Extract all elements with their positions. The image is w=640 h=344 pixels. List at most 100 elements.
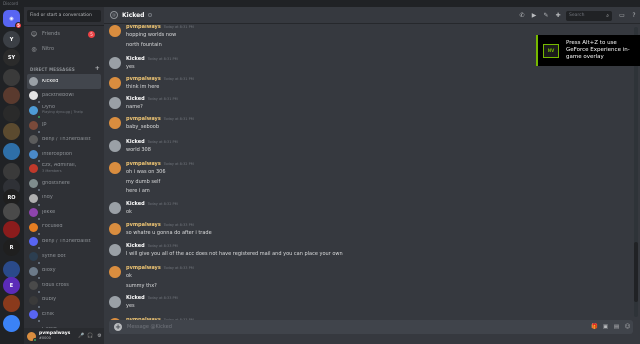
dm-item[interactable]: sythe bot [27, 249, 101, 265]
find-conversation-input[interactable]: Find or start a conversation [27, 10, 101, 22]
message-author[interactable]: pvmpalways [126, 76, 161, 82]
gift-icon[interactable]: 🎁 [589, 324, 600, 330]
dm-item[interactable]: Bubly [27, 293, 101, 309]
message-author[interactable]: pvmpalways [126, 116, 161, 122]
avatar[interactable] [109, 57, 121, 69]
avatar [29, 281, 41, 295]
add-friend-icon[interactable]: ✚ [552, 12, 564, 19]
server-icon[interactable] [3, 87, 20, 104]
avatar[interactable] [109, 296, 121, 308]
server-icon[interactable] [3, 221, 20, 238]
server-icon[interactable] [3, 105, 20, 122]
message-timestamp: Today at 8:31 PM [163, 77, 194, 81]
avatar[interactable] [109, 162, 121, 174]
avatar[interactable] [109, 77, 121, 89]
server-icon[interactable] [3, 143, 20, 160]
chat-search-input[interactable]: Search ⌕ [566, 10, 612, 21]
server-icon[interactable] [3, 203, 20, 220]
create-dm-icon[interactable]: + [95, 66, 100, 72]
server-icon[interactable] [3, 315, 20, 332]
message-input[interactable]: Message @Kicked [127, 324, 589, 330]
message-author[interactable]: Kicked [126, 201, 145, 207]
server-icon[interactable]: E [3, 277, 20, 294]
message-text: so whatre u gonna do after i trade [126, 230, 212, 236]
inbox-icon[interactable]: ▭ [616, 12, 628, 19]
avatar[interactable] [109, 140, 121, 152]
server-glyph: SY [7, 54, 16, 61]
server-icon[interactable]: Y [3, 31, 20, 48]
server-icon[interactable]: SY [3, 49, 20, 66]
dm-item[interactable]: Focused [27, 220, 101, 236]
server-icon[interactable]: R [3, 239, 20, 256]
settings-gear-icon[interactable]: ⚙ [95, 333, 104, 339]
message-timestamp: Today at 8:32 PM [163, 162, 194, 166]
dm-item[interactable]: jp [27, 118, 101, 134]
server-icon[interactable] [3, 69, 20, 86]
dm-item[interactable]: ghostshere [27, 176, 101, 192]
dm-list: Kicked packthebowl Dyno Playing dyno.gg | ?… [27, 74, 101, 332]
dm-item[interactable]: packthebowl [27, 89, 101, 105]
gif-icon[interactable]: ▣ [600, 324, 611, 330]
message-timestamp: Today at 8:31 PM [163, 117, 194, 121]
message-author[interactable]: Kicked [126, 56, 145, 62]
nvidia-logo-icon: NV [543, 43, 559, 58]
message-author[interactable]: pvmpalways [126, 161, 161, 167]
message-header: Kicked Today at 8:33 PM [126, 243, 178, 249]
dm-subtitle: Playing dyno.gg | ?help [42, 110, 83, 115]
dm-item[interactable]: Bloxy [27, 264, 101, 280]
headset-icon[interactable]: 🎧 [86, 333, 95, 339]
scrollbar[interactable] [634, 27, 638, 317]
video-icon[interactable]: ▶ [528, 12, 540, 19]
message-author[interactable]: pvmpalways [126, 265, 161, 271]
avatar[interactable] [109, 25, 121, 37]
message-author[interactable]: Kicked [126, 243, 145, 249]
avatar [29, 295, 41, 309]
dm-name: ghostshere [42, 180, 70, 186]
message-author[interactable]: pvmpalways [126, 222, 161, 228]
message-text: hopping worlds now [126, 32, 177, 38]
dm-item[interactable]: Benji / Th3herbalist [27, 235, 101, 251]
dm-item[interactable]: Indy [27, 191, 101, 207]
scrollbar-thumb[interactable] [634, 242, 638, 302]
sticker-icon[interactable]: ▤ [611, 324, 622, 330]
emoji-icon[interactable]: ☺ [622, 324, 633, 330]
dm-item[interactable]: Benji / Th3herbalist [27, 132, 101, 149]
message-author[interactable]: Kicked [126, 295, 145, 301]
dm-item[interactable]: Ezx, Admirall, 3 Members [27, 162, 101, 177]
dm-item[interactable]: Kicked [27, 74, 101, 89]
avatar[interactable] [109, 244, 121, 256]
avatar[interactable] [109, 117, 121, 129]
pin-icon[interactable]: ✎ [540, 12, 552, 19]
help-icon[interactable]: ? [628, 12, 640, 19]
mic-icon[interactable]: 🎤 [77, 333, 86, 339]
dm-name: packthebowl [42, 93, 74, 99]
avatar[interactable] [27, 331, 37, 342]
message-author[interactable]: pvmpalways [126, 25, 161, 30]
dm-item[interactable]: interception [27, 147, 101, 163]
server-icon[interactable] [3, 261, 20, 278]
call-icon[interactable]: ✆ [516, 12, 528, 19]
dm-item[interactable]: Jekke [27, 205, 101, 222]
dm-header-label: DIRECT MESSAGES [30, 67, 75, 72]
nav-nitro[interactable]: ◎ Nitro [27, 43, 101, 55]
message-author[interactable]: Kicked [126, 96, 145, 102]
server-icon[interactable]: ◉ 5 [3, 10, 22, 29]
dm-name: Benji / Th3herbalist [42, 136, 91, 142]
dm-item[interactable]: Dyno Playing dyno.gg | ?help [27, 103, 101, 119]
nav-friends[interactable]: ☺ Friends 5 [27, 28, 101, 40]
dm-item[interactable]: Elnik [27, 308, 101, 324]
attach-plus-icon[interactable]: + [114, 323, 122, 331]
avatar[interactable] [109, 97, 121, 109]
dm-item[interactable]: tidus cross [27, 278, 101, 295]
server-icon[interactable] [3, 163, 20, 180]
avatar[interactable] [109, 202, 121, 214]
server-icon[interactable] [3, 295, 20, 312]
avatar[interactable] [109, 266, 121, 278]
message-author[interactable]: Kicked [126, 139, 145, 145]
avatar [29, 208, 41, 222]
avatar [29, 178, 41, 192]
server-icon[interactable] [3, 123, 20, 140]
server-glyph: R [9, 244, 14, 251]
avatar[interactable] [109, 223, 121, 235]
message-composer[interactable]: + Message @Kicked 🎁 ▣ ▤ ☺ [109, 320, 633, 334]
